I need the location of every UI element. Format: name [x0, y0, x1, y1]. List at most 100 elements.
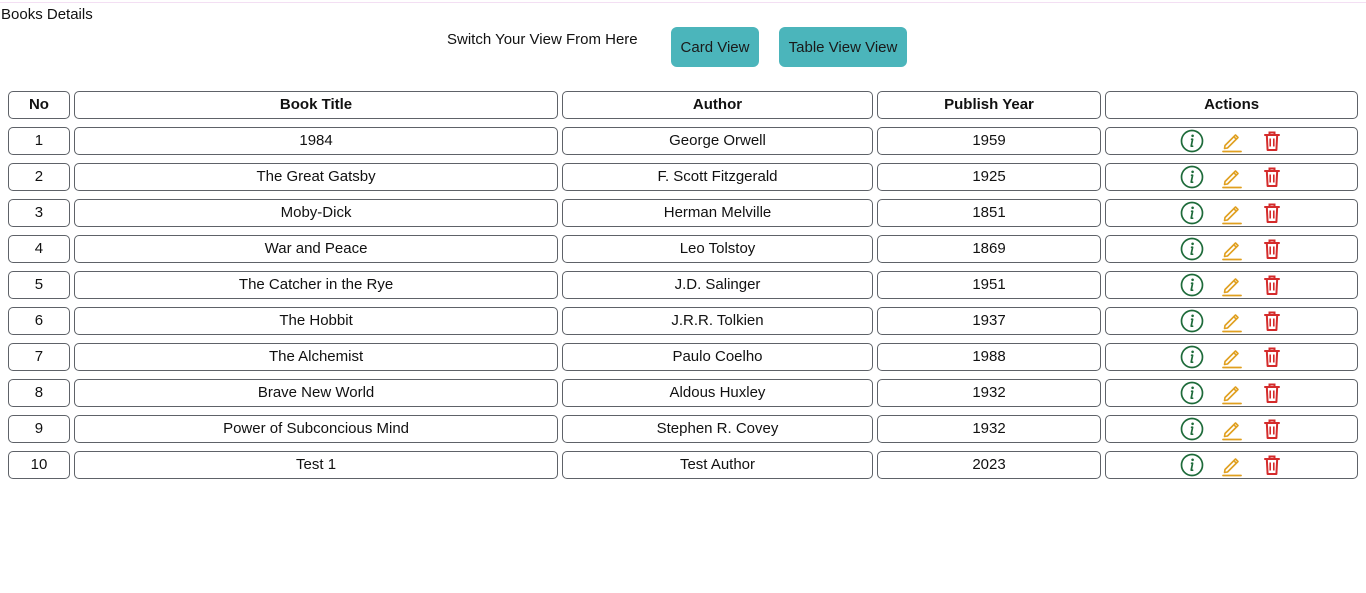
- cell-actions: [1105, 307, 1358, 335]
- table-row: 9 Power of Subconcious Mind Stephen R. C…: [8, 415, 1358, 443]
- cell-author: Stephen R. Covey: [562, 415, 873, 443]
- cell-publish-year: 1937: [876, 307, 1102, 335]
- info-icon[interactable]: [1180, 381, 1204, 405]
- edit-icon[interactable]: [1220, 201, 1244, 225]
- table-view-button[interactable]: Table View View: [779, 27, 907, 67]
- row-actions: [1106, 416, 1357, 442]
- table-row: 2 The Great Gatsby F. Scott Fitzgerald 1…: [8, 163, 1358, 191]
- edit-icon[interactable]: [1220, 345, 1244, 369]
- info-icon[interactable]: [1180, 309, 1204, 333]
- delete-icon[interactable]: [1260, 453, 1284, 477]
- header-no: No: [8, 91, 70, 119]
- delete-icon[interactable]: [1260, 129, 1284, 153]
- info-icon[interactable]: [1180, 273, 1204, 297]
- row-actions: [1106, 164, 1357, 190]
- table-header-row: No Book Title Author Publish Year Action…: [8, 91, 1358, 119]
- delete-icon[interactable]: [1260, 309, 1284, 333]
- header-actions: Actions: [1105, 91, 1358, 119]
- cell-author: Paulo Coelho: [562, 343, 873, 371]
- edit-icon[interactable]: [1220, 417, 1244, 441]
- cell-book-title: Test 1: [73, 451, 559, 479]
- edit-icon[interactable]: [1220, 453, 1244, 477]
- table-row: 7 The Alchemist Paulo Coelho 1988: [8, 343, 1358, 371]
- row-actions: [1106, 452, 1357, 478]
- cell-actions: [1105, 163, 1358, 191]
- table-row: 5 The Catcher in the Rye J.D. Salinger 1…: [8, 271, 1358, 299]
- edit-icon[interactable]: [1220, 309, 1244, 333]
- cell-no: 8: [8, 379, 70, 407]
- delete-icon[interactable]: [1260, 417, 1284, 441]
- table-row: 6 The Hobbit J.R.R. Tolkien 1937: [8, 307, 1358, 335]
- delete-icon[interactable]: [1260, 273, 1284, 297]
- delete-icon[interactable]: [1260, 345, 1284, 369]
- cell-no: 10: [8, 451, 70, 479]
- cell-book-title: Moby-Dick: [73, 199, 559, 227]
- cell-no: 9: [8, 415, 70, 443]
- page-title: Books Details: [1, 6, 93, 23]
- cell-book-title: Power of Subconcious Mind: [73, 415, 559, 443]
- cell-no: 3: [8, 199, 70, 227]
- row-actions: [1106, 272, 1357, 298]
- header-author: Author: [562, 91, 873, 119]
- cell-book-title: War and Peace: [73, 235, 559, 263]
- card-view-button[interactable]: Card View: [671, 27, 759, 67]
- cell-publish-year: 1851: [876, 199, 1102, 227]
- cell-no: 1: [8, 127, 70, 155]
- table-row: 10 Test 1 Test Author 2023: [8, 451, 1358, 479]
- cell-publish-year: 1988: [876, 343, 1102, 371]
- cell-actions: [1105, 415, 1358, 443]
- cell-author: J.D. Salinger: [562, 271, 873, 299]
- cell-publish-year: 1959: [876, 127, 1102, 155]
- cell-no: 2: [8, 163, 70, 191]
- cell-book-title: The Catcher in the Rye: [73, 271, 559, 299]
- cell-actions: [1105, 343, 1358, 371]
- table-row: 4 War and Peace Leo Tolstoy 1869: [8, 235, 1358, 263]
- cell-publish-year: 1925: [876, 163, 1102, 191]
- info-icon[interactable]: [1180, 417, 1204, 441]
- edit-icon[interactable]: [1220, 129, 1244, 153]
- cell-actions: [1105, 127, 1358, 155]
- cell-no: 4: [8, 235, 70, 263]
- delete-icon[interactable]: [1260, 201, 1284, 225]
- view-switch: Switch Your View From Here Card View Tab…: [447, 27, 907, 67]
- cell-actions: [1105, 235, 1358, 263]
- cell-actions: [1105, 199, 1358, 227]
- info-icon[interactable]: [1180, 237, 1204, 261]
- delete-icon[interactable]: [1260, 237, 1284, 261]
- edit-icon[interactable]: [1220, 237, 1244, 261]
- info-icon[interactable]: [1180, 129, 1204, 153]
- books-table: No Book Title Author Publish Year Action…: [4, 83, 1362, 487]
- cell-publish-year: 1932: [876, 379, 1102, 407]
- cell-author: Aldous Huxley: [562, 379, 873, 407]
- info-icon[interactable]: [1180, 201, 1204, 225]
- table-row: 8 Brave New World Aldous Huxley 1932: [8, 379, 1358, 407]
- cell-publish-year: 2023: [876, 451, 1102, 479]
- top-divider: [0, 2, 1366, 3]
- cell-author: J.R.R. Tolkien: [562, 307, 873, 335]
- header-publish-year: Publish Year: [876, 91, 1102, 119]
- cell-actions: [1105, 451, 1358, 479]
- header-book-title: Book Title: [73, 91, 559, 119]
- edit-icon[interactable]: [1220, 165, 1244, 189]
- row-actions: [1106, 128, 1357, 154]
- delete-icon[interactable]: [1260, 381, 1284, 405]
- info-icon[interactable]: [1180, 165, 1204, 189]
- cell-publish-year: 1932: [876, 415, 1102, 443]
- cell-book-title: Brave New World: [73, 379, 559, 407]
- row-actions: [1106, 308, 1357, 334]
- table-row: 1 1984 George Orwell 1959: [8, 127, 1358, 155]
- cell-actions: [1105, 271, 1358, 299]
- info-icon[interactable]: [1180, 453, 1204, 477]
- cell-author: Leo Tolstoy: [562, 235, 873, 263]
- edit-icon[interactable]: [1220, 381, 1244, 405]
- cell-actions: [1105, 379, 1358, 407]
- cell-author: Herman Melville: [562, 199, 873, 227]
- delete-icon[interactable]: [1260, 165, 1284, 189]
- row-actions: [1106, 344, 1357, 370]
- view-switch-label: Switch Your View From Here: [447, 31, 638, 48]
- cell-author: F. Scott Fitzgerald: [562, 163, 873, 191]
- cell-no: 7: [8, 343, 70, 371]
- cell-publish-year: 1951: [876, 271, 1102, 299]
- info-icon[interactable]: [1180, 345, 1204, 369]
- edit-icon[interactable]: [1220, 273, 1244, 297]
